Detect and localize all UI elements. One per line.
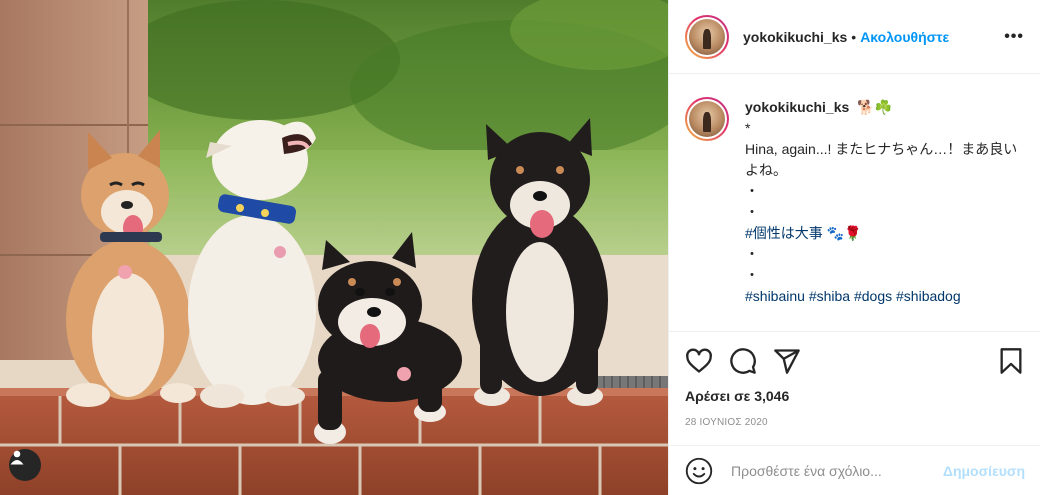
caption-avatar-image: [689, 101, 725, 137]
separator-dot: •: [851, 28, 857, 45]
user-tag-icon: [10, 450, 24, 465]
post-side-panel: yokokikuchi_ks • Ακολουθήστε ••• yokokik…: [668, 0, 1040, 495]
caption-hashtag[interactable]: #個性は大事 🐾🌹: [745, 223, 1025, 244]
caption-emojis: 🐕☘️: [857, 99, 893, 115]
comment-input[interactable]: [731, 462, 931, 479]
post-date[interactable]: 28 ΙΟΥΝΙΟΣ 2020: [685, 417, 1025, 428]
tagged-users-button[interactable]: [9, 449, 41, 481]
caption-line: *: [745, 120, 751, 136]
likes-count[interactable]: Αρέσει σε 3,046: [685, 388, 1025, 404]
caption-line: ・: [745, 267, 759, 283]
emoji-icon[interactable]: [685, 457, 713, 485]
post-comment-button[interactable]: Δημοσίευση: [943, 463, 1025, 479]
comment-icon[interactable]: [729, 347, 757, 375]
post-photo[interactable]: [0, 0, 668, 495]
action-bar: Αρέσει σε 3,046 28 ΙΟΥΝΙΟΣ 2020: [669, 331, 1040, 445]
caption-username[interactable]: yokokikuchi_ks: [745, 99, 849, 115]
post-header: yokokikuchi_ks • Ακολουθήστε •••: [669, 0, 1040, 74]
follow-button[interactable]: Ακολουθήστε: [860, 29, 949, 45]
comment-bar: Δημοσίευση: [669, 445, 1040, 495]
bookmark-icon[interactable]: [997, 347, 1025, 375]
share-icon[interactable]: [773, 347, 801, 375]
avatar-image: [689, 18, 725, 55]
caption-line: ・: [745, 204, 759, 220]
heart-icon[interactable]: [685, 347, 713, 375]
dogs-photo-illustration: [0, 0, 668, 495]
avatar[interactable]: [685, 14, 729, 59]
caption-hashtags[interactable]: #shibainu #shiba #dogs #shibadog: [745, 286, 1025, 307]
caption-line: ・: [745, 183, 759, 199]
header-username[interactable]: yokokikuchi_ks: [743, 29, 847, 45]
caption-line: Hina, again...! またヒナちゃん…！まあ良いよね。: [745, 141, 1018, 178]
more-options-icon[interactable]: •••: [1004, 28, 1024, 46]
caption-avatar[interactable]: [685, 97, 729, 141]
caption-text: yokokikuchi_ks 🐕☘️ * Hina, again...! またヒ…: [745, 97, 1025, 307]
caption-line: ・: [745, 246, 759, 262]
caption-scroll-area[interactable]: yokokikuchi_ks 🐕☘️ * Hina, again...! またヒ…: [669, 75, 1040, 331]
